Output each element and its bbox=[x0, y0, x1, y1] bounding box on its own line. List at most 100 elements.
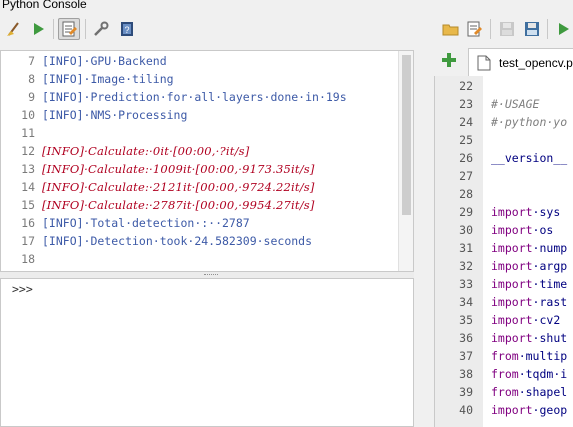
editor-line-number: 37 bbox=[459, 349, 473, 363]
output-line: [INFO]·GPU·Backend bbox=[42, 54, 167, 68]
editor-splitter[interactable] bbox=[414, 44, 434, 427]
output-line: [INFO]·Calculate:·0it·[00:00,·?it/s] bbox=[42, 144, 250, 158]
code-keyword: import bbox=[491, 331, 533, 345]
code-keyword: import bbox=[491, 223, 533, 237]
code-line: import·sys bbox=[491, 205, 560, 219]
console-prompt: >>> bbox=[12, 282, 33, 296]
output-scrollbar[interactable] bbox=[398, 51, 413, 271]
code-module: ·shapel bbox=[518, 385, 568, 399]
code-line: import·cv2 bbox=[491, 313, 560, 327]
show-editor-icon bbox=[62, 21, 77, 37]
editor-line-number: 32 bbox=[459, 259, 473, 273]
output-line-number: 14 bbox=[21, 180, 35, 194]
tab-test-opencv[interactable]: test_opencv.py bbox=[468, 48, 573, 76]
code-keyword: from bbox=[491, 349, 519, 363]
output-line-number: 12 bbox=[21, 144, 35, 158]
run-script-icon bbox=[559, 23, 569, 35]
output-line: [INFO]·Image·tiling bbox=[42, 72, 174, 86]
script-editor[interactable]: 22 23 #·USAGE 24 #·python·yo 25 26 __version__ 2… bbox=[434, 76, 573, 427]
toolbar-separator bbox=[490, 19, 491, 39]
editor-line-number: 26 bbox=[459, 151, 473, 165]
code-module: ·sys bbox=[532, 205, 561, 219]
code-module: ·shut bbox=[532, 331, 568, 345]
code-line: from·shapel bbox=[491, 385, 567, 399]
code-line: from·multip bbox=[491, 349, 567, 363]
output-line: [INFO]·Detection·took·24.582309·seconds bbox=[42, 234, 313, 248]
code-line: #·python·yo bbox=[491, 115, 568, 129]
run-command-icon bbox=[34, 23, 44, 35]
splitter-grip[interactable] bbox=[204, 274, 218, 277]
output-line-number: 17 bbox=[21, 234, 35, 248]
output-scrollbar-thumb[interactable] bbox=[402, 55, 411, 215]
code-module: ·nump bbox=[532, 241, 568, 255]
open-in-external-editor-icon bbox=[467, 21, 482, 37]
code-module: ·geop bbox=[532, 403, 568, 417]
new-editor-button[interactable] bbox=[440, 51, 458, 69]
code-keyword: import bbox=[491, 205, 533, 219]
options-button[interactable] bbox=[90, 18, 112, 40]
code-keyword: import bbox=[491, 241, 533, 255]
code-line: from·tqdm·i bbox=[491, 367, 567, 381]
output-line: [INFO]·Calculate:·2121it·[00:00,·9724.22… bbox=[42, 180, 315, 194]
open-in-external-editor-button[interactable] bbox=[463, 18, 485, 40]
svg-text:?: ? bbox=[124, 25, 129, 35]
python-file-icon bbox=[477, 55, 491, 71]
save-as-icon bbox=[525, 22, 539, 36]
output-line-number: 11 bbox=[21, 126, 35, 140]
code-line: #·USAGE bbox=[491, 97, 540, 111]
help-icon: ? bbox=[121, 22, 133, 36]
editor-line-number: 23 bbox=[459, 97, 473, 111]
editor-line-number: 33 bbox=[459, 277, 473, 291]
code-keyword: import bbox=[491, 313, 533, 327]
code-keyword: from bbox=[491, 385, 519, 399]
run-script-button[interactable] bbox=[552, 18, 573, 40]
tab-label: test_opencv.py bbox=[499, 56, 573, 70]
help-button[interactable]: ? bbox=[116, 18, 138, 40]
editor-line-number: 28 bbox=[459, 187, 473, 201]
toolbar-separator bbox=[85, 19, 86, 39]
editor-line-number: 38 bbox=[459, 367, 473, 381]
show-editor-button[interactable] bbox=[58, 18, 80, 40]
code-line: import·rast bbox=[491, 295, 567, 309]
code-keyword: import bbox=[491, 277, 533, 291]
open-script-button[interactable] bbox=[440, 18, 462, 40]
output-line-number: 7 bbox=[28, 54, 35, 68]
output-line: [INFO]·Prediction·for·all·layers·done·in… bbox=[42, 90, 347, 104]
save-as-button[interactable] bbox=[521, 18, 543, 40]
editor-line-number: 31 bbox=[459, 241, 473, 255]
output-line: [INFO]·Total·detection·:··2787 bbox=[42, 216, 250, 230]
code-line: import·argp bbox=[491, 259, 567, 273]
code-module: ·rast bbox=[532, 295, 568, 309]
console-output[interactable]: 7 [INFO]·GPU·Backend 8 [INFO]·Image·tiling 9… bbox=[0, 50, 414, 272]
code-keyword: import bbox=[491, 295, 533, 309]
editor-line-number: 36 bbox=[459, 331, 473, 345]
output-line-number: 13 bbox=[21, 162, 35, 176]
code-module: ·tqdm·i bbox=[518, 367, 568, 381]
output-line-number: 9 bbox=[28, 90, 35, 104]
editor-line-number: 29 bbox=[459, 205, 473, 219]
console-input[interactable]: >>> bbox=[0, 278, 414, 427]
code-line: __version__ bbox=[491, 151, 568, 165]
output-line: [INFO]·NMS·Processing bbox=[42, 108, 188, 122]
window-title: Python Console bbox=[2, 0, 87, 11]
editor-line-number: 24 bbox=[459, 115, 473, 129]
editor-line-number: 35 bbox=[459, 313, 473, 327]
code-module: ·argp bbox=[532, 259, 568, 273]
clear-console-button[interactable] bbox=[3, 18, 25, 40]
output-line: [INFO]·Calculate:·1009it·[00:00,·9173.35… bbox=[42, 162, 315, 176]
editor-line-number: 27 bbox=[459, 169, 473, 183]
save-icon bbox=[500, 22, 514, 36]
code-line: import·os bbox=[491, 223, 553, 237]
code-line: import·time bbox=[491, 277, 567, 291]
editor-tab-bar: test_opencv.py bbox=[434, 44, 573, 76]
code-module: ·time bbox=[532, 277, 568, 291]
output-line-number: 16 bbox=[21, 216, 35, 230]
code-module: ·os bbox=[532, 223, 554, 237]
save-button[interactable] bbox=[496, 18, 518, 40]
editor-line-number: 22 bbox=[459, 79, 473, 93]
run-command-button[interactable] bbox=[27, 18, 49, 40]
code-module: ·multip bbox=[518, 349, 568, 363]
open-script-icon bbox=[442, 24, 459, 36]
output-line-number: 8 bbox=[28, 72, 35, 86]
output-line-number: 18 bbox=[21, 252, 35, 266]
